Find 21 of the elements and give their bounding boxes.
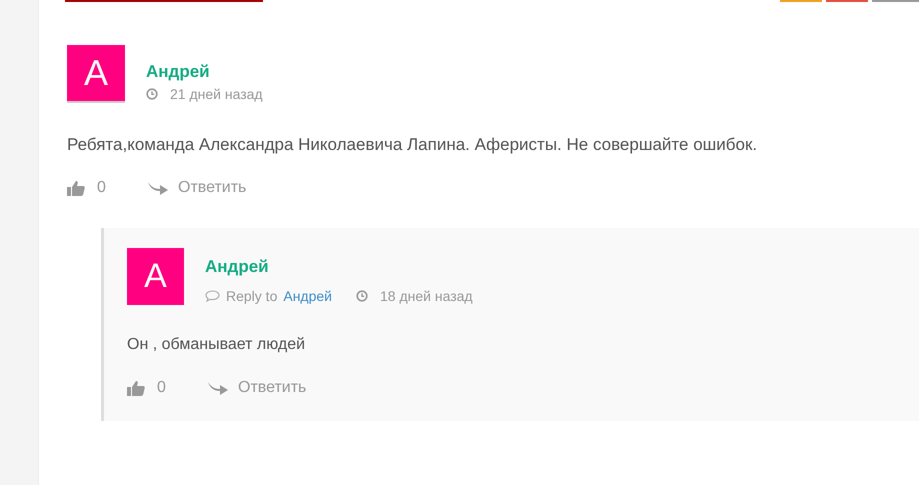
reply-button[interactable]: Ответить: [207, 376, 306, 400]
reply-arrow-icon[interactable]: [207, 380, 229, 396]
clock-icon: [146, 88, 158, 100]
author-link[interactable]: Андрей: [283, 288, 332, 304]
thumbs-up-icon[interactable]: [127, 380, 145, 396]
comment-text: Ребята,команда Александра Николаевича Лапина. Аферисты. Не совершайте ошибок.: [67, 134, 758, 156]
avatar: А: [67, 45, 125, 103]
author-name: Андрей: [146, 62, 211, 82]
author-name: Андрей: [205, 257, 270, 277]
clock-icon: [356, 290, 368, 302]
avatar: А: [127, 248, 184, 305]
thumbs-up-icon[interactable]: [67, 180, 85, 196]
comment-time: 18 дней назад: [380, 288, 473, 304]
reply-button[interactable]: Ответить: [147, 176, 246, 200]
like-count: 0: [157, 378, 167, 398]
speech-bubble-icon: [205, 290, 220, 302]
reply-to-label: Reply to: [226, 288, 278, 304]
reply-arrow-icon[interactable]: [147, 180, 169, 196]
comment-text: Он , обманывает людей: [127, 335, 306, 355]
comment-time: 21 дней назад: [170, 86, 263, 102]
like-count: 0: [97, 178, 107, 198]
